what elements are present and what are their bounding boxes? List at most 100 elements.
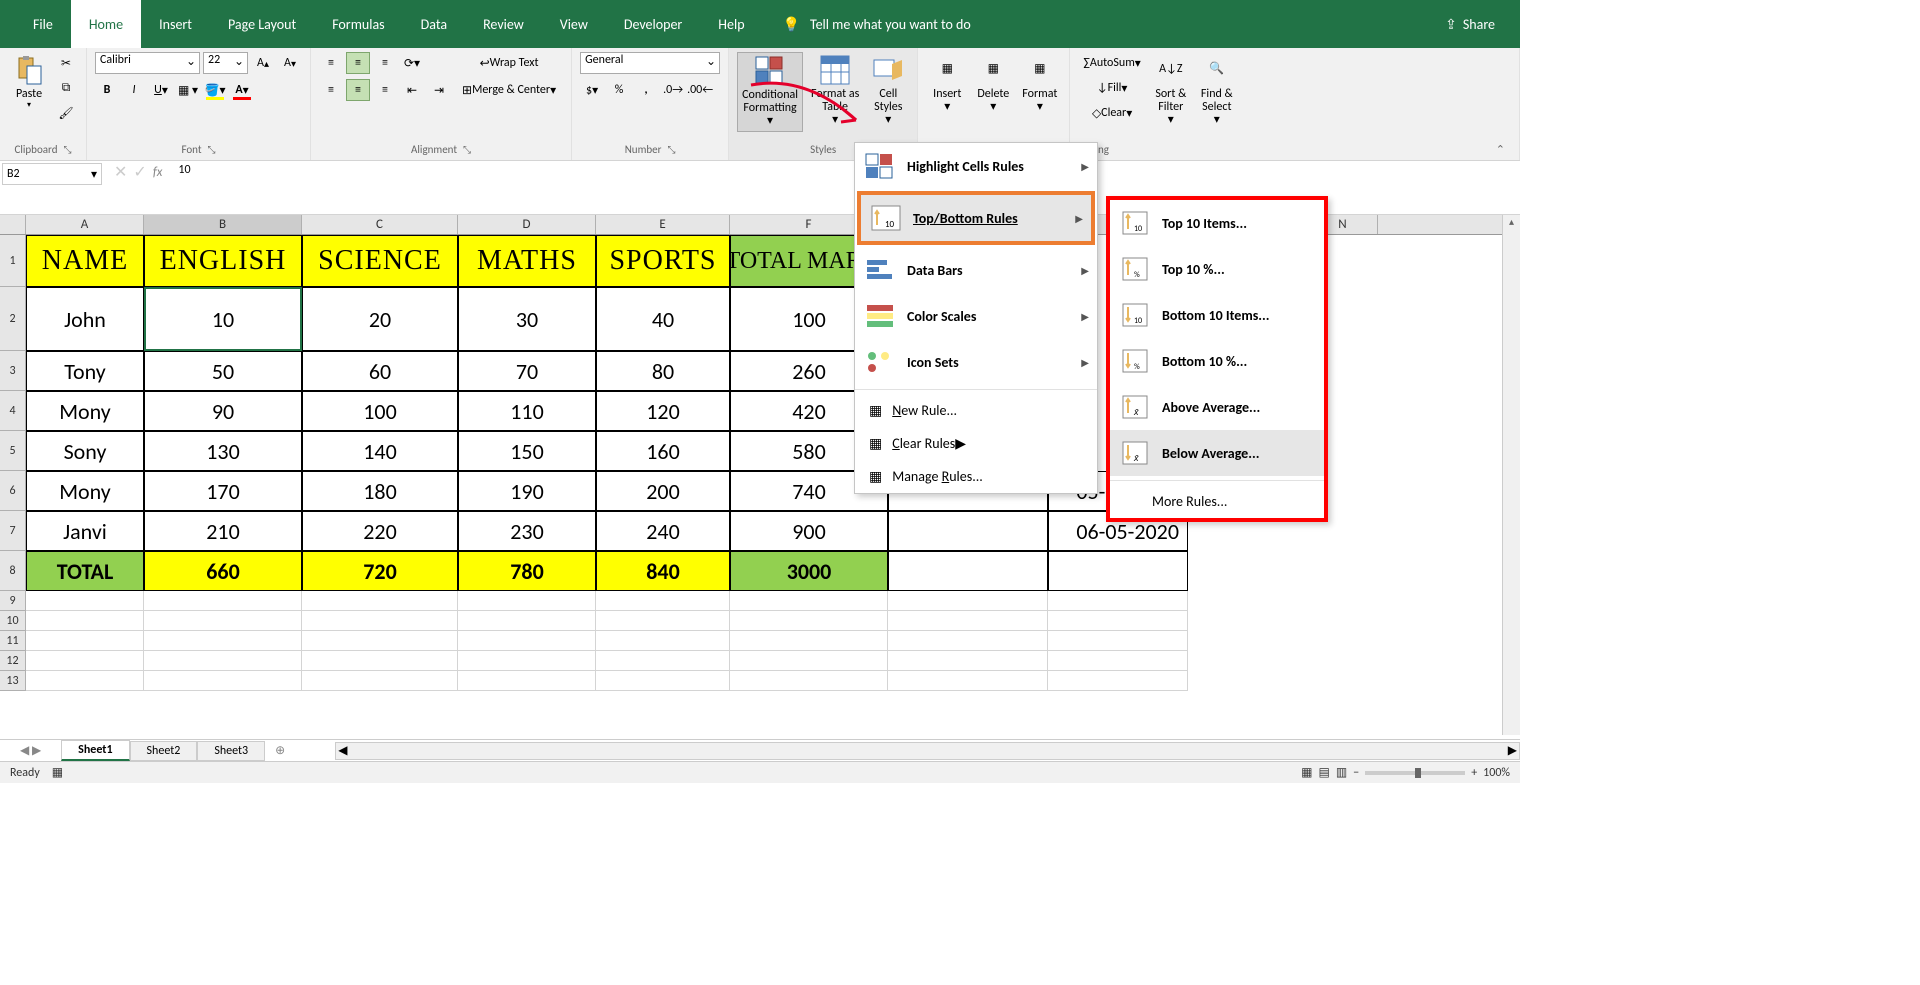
decrease-font-button[interactable]: A▾ (278, 52, 302, 74)
col-hdr-b[interactable]: B (144, 215, 302, 234)
cell-g7[interactable] (888, 511, 1048, 551)
vertical-scrollbar[interactable]: ▴ (1502, 215, 1520, 735)
cell-d4[interactable]: 110 (458, 391, 596, 431)
cell-e5[interactable]: 160 (596, 431, 730, 471)
row-hdr-3[interactable]: 3 (0, 351, 26, 391)
row-hdr-6[interactable]: 6 (0, 471, 26, 511)
cell-a1[interactable]: NAME (26, 235, 144, 287)
collapse-ribbon[interactable]: ⌃ (1496, 143, 1511, 156)
enter-formula[interactable]: ✓ (133, 162, 146, 182)
cell-e2[interactable]: 40 (596, 287, 730, 351)
row-hdr-7[interactable]: 7 (0, 511, 26, 551)
delete-cells-button[interactable]: ▦Delete▾ (972, 52, 1014, 116)
zoom-in[interactable]: + (1471, 766, 1477, 780)
row-hdr-9[interactable]: 9 (0, 591, 26, 611)
cell-a8[interactable]: TOTAL (26, 551, 144, 591)
row-hdr-10[interactable]: 10 (0, 611, 26, 631)
cell-b6[interactable]: 170 (144, 471, 302, 511)
borders-button[interactable]: ▦ ▾ (176, 79, 200, 101)
zoom-level[interactable]: 100% (1483, 766, 1510, 780)
cell-b5[interactable]: 130 (144, 431, 302, 471)
cell-b1[interactable]: ENGLISH (144, 235, 302, 287)
cell-b8[interactable]: 660 (144, 551, 302, 591)
formula-input[interactable]: 10 (172, 161, 1520, 183)
indent-decrease[interactable]: ⇤ (400, 79, 424, 101)
row-hdr-2[interactable]: 2 (0, 287, 26, 351)
clipboard-launcher[interactable]: ⤡ (64, 143, 72, 156)
conditional-formatting-button[interactable]: Conditional Formatting ▾ (737, 52, 803, 132)
cell-c1[interactable]: SCIENCE (302, 235, 458, 287)
menu-new-rule[interactable]: ▦New Rule... (855, 394, 1097, 427)
format-as-table-button[interactable]: Format as Table ▾ (807, 52, 863, 130)
menu-below-average[interactable]: x̄ Below Average... (1110, 430, 1324, 476)
menu-bottom-10-percent[interactable]: % Bottom 10 %... (1110, 338, 1324, 384)
tab-home[interactable]: Home (71, 0, 141, 48)
format-painter-button[interactable]: 🖌 (54, 102, 78, 124)
percent-format[interactable]: % (607, 79, 631, 101)
name-box[interactable]: B2▾ (2, 163, 102, 185)
cell-styles-button[interactable]: Cell Styles ▾ (867, 52, 909, 130)
col-hdr-d[interactable]: D (458, 215, 596, 234)
copy-button[interactable]: ⧉ (54, 77, 78, 99)
zoom-slider[interactable] (1365, 771, 1465, 775)
view-normal[interactable]: ▦ (1301, 765, 1312, 780)
menu-top-10-percent[interactable]: % Top 10 %... (1110, 246, 1324, 292)
cell-a4[interactable]: Mony (26, 391, 144, 431)
cell-a6[interactable]: Mony (26, 471, 144, 511)
cell-d1[interactable]: MATHS (458, 235, 596, 287)
cell-c3[interactable]: 60 (302, 351, 458, 391)
tell-me-search[interactable]: 💡 Tell me what you want to do (783, 16, 971, 33)
view-page-layout[interactable]: ▤ (1319, 765, 1330, 780)
font-launcher[interactable]: ⤡ (208, 143, 216, 156)
share-button[interactable]: ⇪ Share (1445, 16, 1495, 33)
cell-e3[interactable]: 80 (596, 351, 730, 391)
cell-c5[interactable]: 140 (302, 431, 458, 471)
align-bottom[interactable]: ≡ (373, 52, 397, 74)
menu-more-rules[interactable]: More Rules... (1110, 485, 1324, 518)
font-color-button[interactable]: A ▾ (230, 79, 254, 101)
sort-filter-button[interactable]: A↓ZSort & Filter▾ (1150, 52, 1192, 130)
cell-c2[interactable]: 20 (302, 287, 458, 351)
indent-increase[interactable]: ⇥ (427, 79, 451, 101)
accounting-format[interactable]: $▾ (580, 79, 604, 101)
cell-f7[interactable]: 900 (730, 511, 888, 551)
orientation-button[interactable]: ⟳▾ (400, 52, 424, 74)
align-middle[interactable]: ≡ (346, 52, 370, 74)
paste-button[interactable]: Paste▾ (8, 52, 50, 112)
cell-c7[interactable]: 220 (302, 511, 458, 551)
cell-e4[interactable]: 120 (596, 391, 730, 431)
select-all-triangle[interactable] (0, 215, 26, 234)
cell-d5[interactable]: 150 (458, 431, 596, 471)
cell-d7[interactable]: 230 (458, 511, 596, 551)
row-hdr-13[interactable]: 13 (0, 671, 26, 691)
alignment-launcher[interactable]: ⤡ (463, 143, 471, 156)
tab-help[interactable]: Help (700, 0, 762, 48)
cell-e8[interactable]: 840 (596, 551, 730, 591)
cell-c6[interactable]: 180 (302, 471, 458, 511)
cell-h8[interactable] (1048, 551, 1188, 591)
cell-a2[interactable]: John (26, 287, 144, 351)
cell-a7[interactable]: Janvi (26, 511, 144, 551)
cell-d3[interactable]: 70 (458, 351, 596, 391)
cell-c4[interactable]: 100 (302, 391, 458, 431)
cell-a5[interactable]: Sony (26, 431, 144, 471)
row-hdr-5[interactable]: 5 (0, 431, 26, 471)
cell-b3[interactable]: 50 (144, 351, 302, 391)
row-hdr-8[interactable]: 8 (0, 551, 26, 591)
sheet-tab-3[interactable]: Sheet3 (197, 741, 265, 761)
font-name-combo[interactable]: Calibri (95, 52, 200, 74)
number-format-combo[interactable]: General (580, 52, 720, 74)
fill-button[interactable]: ↓ Fill ▾ (1078, 77, 1145, 99)
sheet-nav[interactable]: ◀ ▶ (20, 743, 61, 758)
cell-c8[interactable]: 720 (302, 551, 458, 591)
cut-button[interactable]: ✂ (54, 52, 78, 74)
cell-f8[interactable]: 3000 (730, 551, 888, 591)
tab-formulas[interactable]: Formulas (314, 0, 402, 48)
underline-button[interactable]: U ▾ (149, 79, 173, 101)
decrease-decimal[interactable]: .00← (688, 79, 712, 101)
zoom-out[interactable]: − (1353, 766, 1359, 780)
tab-developer[interactable]: Developer (606, 0, 700, 48)
row-hdr-11[interactable]: 11 (0, 631, 26, 651)
align-left[interactable]: ≡ (319, 79, 343, 101)
clear-button[interactable]: ◇ Clear ▾ (1078, 102, 1145, 124)
